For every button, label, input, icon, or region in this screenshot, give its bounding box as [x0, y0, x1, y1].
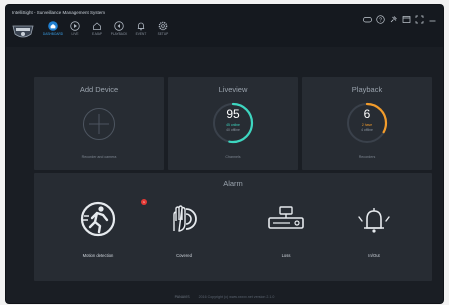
- recorder-count: 6: [363, 107, 371, 121]
- app-logo-icon: [12, 25, 34, 38]
- play-icon: [70, 21, 80, 31]
- footer-brand: PANAVIS: [174, 295, 190, 299]
- alarm-badge: 1: [141, 199, 147, 205]
- nav-setup[interactable]: SETUP: [152, 21, 174, 36]
- app-title: IntelliSight - Surveillance Management S…: [12, 10, 106, 15]
- alarm-loss[interactable]: Loss: [266, 199, 306, 269]
- fullscreen-icon[interactable]: [415, 11, 424, 24]
- app-window: IntelliSight - Surveillance Management S…: [6, 5, 443, 303]
- title-bar: IntelliSight - Surveillance Management S…: [6, 5, 443, 47]
- map-icon: [93, 22, 101, 30]
- dashboard: Add Device Recorder and camera Liveview …: [6, 47, 443, 303]
- bell-icon: [137, 22, 145, 31]
- nav-live[interactable]: LIVE: [64, 21, 86, 36]
- playback-card[interactable]: Playback 6 2 have 4 offline Recorders: [302, 77, 432, 170]
- covered-icon: [173, 205, 197, 232]
- gear-icon: [158, 21, 168, 31]
- alarm-panel: Alarm Motion detection 1 Covered Loss In…: [34, 173, 432, 281]
- card-subtitle: Recorders: [358, 155, 376, 159]
- nav-emap[interactable]: E-MAP: [86, 21, 108, 36]
- pin-icon[interactable]: [389, 11, 398, 23]
- alarm-motion-detection[interactable]: Motion detection: [78, 199, 118, 269]
- video-loss-icon: [268, 206, 304, 229]
- home-icon: [48, 21, 58, 31]
- nav-label: EVENT: [135, 32, 147, 36]
- card-subtitle: Channels: [225, 155, 241, 159]
- window-controls: ?: [363, 11, 437, 24]
- have-count: 2 have: [361, 123, 373, 127]
- add-plus-icon[interactable]: [82, 107, 116, 141]
- nav-event[interactable]: EVENT: [130, 21, 152, 36]
- add-device-card[interactable]: Add Device Recorder and camera: [34, 77, 164, 170]
- nav-dashboard[interactable]: DASHBOARD: [42, 21, 64, 36]
- cloud-icon[interactable]: [363, 11, 372, 23]
- nav-label: SETUP: [157, 32, 169, 36]
- nav-playback[interactable]: PLAYBACK: [108, 21, 130, 36]
- alarm-label: Loss: [281, 253, 291, 258]
- nav-label: LIVE: [71, 32, 79, 36]
- nav-label: E-MAP: [91, 32, 103, 36]
- help-icon[interactable]: ?: [376, 11, 385, 24]
- alarm-in-out[interactable]: In/Out: [354, 199, 394, 269]
- card-title: Add Device: [79, 85, 119, 94]
- card-title: Playback: [351, 85, 383, 94]
- motion-detection-icon: [80, 201, 116, 237]
- card-title: Liveview: [218, 85, 248, 94]
- channel-count: 95: [226, 107, 240, 121]
- window-icon[interactable]: [402, 11, 411, 23]
- nav-label: PLAYBACK: [110, 32, 128, 36]
- footer-copyright: 2016 Copyright (c) www.xxxxx.net version…: [198, 295, 275, 299]
- footer: PANAVIS 2016 Copyright (c) www.xxxxx.net…: [6, 295, 443, 299]
- alarm-covered[interactable]: Covered: [164, 199, 204, 269]
- offline-count: 4 offline: [361, 128, 373, 132]
- svg-text:?: ?: [379, 17, 382, 23]
- alarm-label: Motion detection: [82, 253, 114, 258]
- liveview-card[interactable]: Liveview 95 45 online 40 offline Channel…: [168, 77, 298, 170]
- card-subtitle: Recorder and camera: [81, 155, 117, 159]
- minimize-icon[interactable]: [428, 11, 437, 22]
- in-out-alarm-icon: [358, 208, 390, 233]
- offline-count: 40 offline: [226, 128, 240, 132]
- playback-icon: [114, 21, 124, 31]
- main-nav: DASHBOARD LIVE E-MAP PLAYBACK EVENT SETU…: [42, 21, 174, 36]
- online-count: 45 online: [226, 123, 240, 127]
- alarm-label: Covered: [176, 253, 192, 258]
- alarm-label: In/Out: [368, 253, 380, 258]
- nav-label: DASHBOARD: [42, 32, 64, 36]
- alarm-title: Alarm: [223, 179, 243, 188]
